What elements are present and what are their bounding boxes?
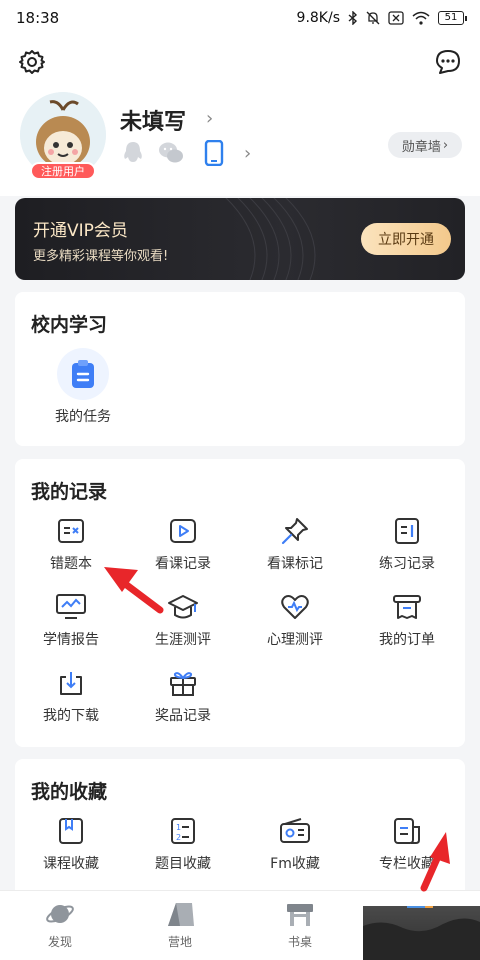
bookmark-book-icon [55,815,87,847]
medal-wall-button[interactable]: 勋章墙 › [388,132,462,158]
item-label: 心理测评 [267,632,323,648]
play-video-icon [167,515,199,547]
section-title: 我的记录 [31,481,108,503]
item-label: 看课记录 [155,556,211,572]
wifi-icon [412,11,430,25]
tab-desk[interactable]: 书桌 [240,899,360,950]
dark-overlay [363,906,480,960]
medal-wall-label: 勋章墙 [401,139,441,155]
my-downloads-item[interactable]: 我的下载 [15,667,127,725]
pin-icon [279,515,311,547]
my-favorites-card: 我的收藏 课程收藏 12 题目收藏 Fm收藏 专栏收藏 [15,759,465,899]
graduation-cap-icon [167,591,199,623]
mute-bell-icon [366,11,380,25]
section-title: 校内学习 [31,314,108,336]
wrong-book-item[interactable]: 错题本 [15,515,127,573]
svg-text:1: 1 [176,823,181,832]
item-label: 看课标记 [267,556,323,572]
avatar[interactable]: 注册用户 [20,92,106,180]
watch-history-item[interactable]: 看课记录 [127,515,239,573]
fm-favorites-item[interactable]: Fm收藏 [239,815,351,873]
tab-label: 营地 [167,935,192,949]
battery-icon: 51 [438,11,467,25]
phone-icon[interactable] [204,140,224,166]
gift-icon [167,667,199,699]
heart-pulse-icon [279,591,311,623]
practice-record-item[interactable]: 练习记录 [351,515,463,573]
status-bar: 18:38 9.8K/s 51 [0,0,480,36]
item-label: 奖品记录 [155,708,211,724]
item-label: 练习记录 [379,556,435,572]
monitor-chart-icon [55,591,87,623]
bluetooth-icon [348,11,358,25]
question-favorites-item[interactable]: 12 题目收藏 [127,815,239,873]
school-study-card: 校内学习 我的任务 [15,292,465,446]
document-icon [391,815,423,847]
chevron-right-icon[interactable]: › [206,108,213,129]
item-label: 我的下载 [43,708,99,724]
username[interactable]: 未填写 [120,104,186,136]
radio-icon [279,815,311,847]
wechat-icon[interactable] [158,141,184,165]
career-assessment-item[interactable]: 生涯测评 [127,591,239,649]
registered-user-badge: 注册用户 [30,162,96,180]
receipt-icon [391,591,423,623]
vip-title: 开通VIP会员 [33,221,128,241]
chevron-right-icon: › [442,137,449,153]
qq-icon[interactable] [122,141,144,165]
practice-icon [391,515,423,547]
watch-mark-item[interactable]: 看课标记 [239,515,351,573]
course-favorites-item[interactable]: 课程收藏 [15,815,127,873]
psych-assessment-item[interactable]: 心理测评 [239,591,351,649]
my-orders-item[interactable]: 我的订单 [351,591,463,649]
vip-subtitle: 更多精彩课程等你观看! [33,249,169,264]
item-label: 生涯测评 [155,632,211,648]
column-favorites-item[interactable]: 专栏收藏 [351,815,463,873]
item-label: 我的订单 [379,632,435,648]
svg-text:2: 2 [176,833,181,842]
desk-icon [287,904,313,926]
tab-label: 发现 [47,935,72,949]
sim-off-icon [388,11,404,25]
chevron-right-icon[interactable]: › [244,143,251,164]
tab-label: 书桌 [287,935,312,949]
status-icons: 9.8K/s 51 [296,10,467,26]
settings-gear-icon[interactable] [16,46,48,78]
tab-camp[interactable]: 营地 [120,899,240,950]
clipboard-icon [57,348,109,400]
item-label: 题目收藏 [155,856,211,872]
section-title: 我的收藏 [31,781,108,803]
status-time: 18:38 [16,9,60,27]
message-bubble-icon[interactable] [432,46,464,78]
network-speed: 9.8K/s [296,10,340,26]
vip-banner[interactable]: 开通VIP会员 更多精彩课程等你观看! 立即开通 [15,198,465,280]
item-label: 课程收藏 [43,856,99,872]
study-report-item[interactable]: 学情报告 [15,591,127,649]
item-label: 错题本 [50,556,92,572]
item-label: 专栏收藏 [379,856,435,872]
my-tasks-item[interactable]: 我的任务 [27,348,139,426]
item-label: 学情报告 [43,632,99,648]
item-label: Fm收藏 [270,856,320,872]
item-label: 我的任务 [55,409,111,425]
planet-icon [46,905,74,923]
my-records-card: 我的记录 错题本 看课记录 看课标记 练习记录 学情报告 生涯测评 心理测评 我… [15,459,465,747]
numbered-list-icon: 12 [167,815,199,847]
tab-discover[interactable]: 发现 [0,899,120,950]
open-vip-button[interactable]: 立即开通 [361,223,451,255]
download-icon [55,667,87,699]
prize-record-item[interactable]: 奖品记录 [127,667,239,725]
tent-icon [168,903,194,926]
wrong-book-icon [55,515,87,547]
social-links: › [122,140,251,166]
